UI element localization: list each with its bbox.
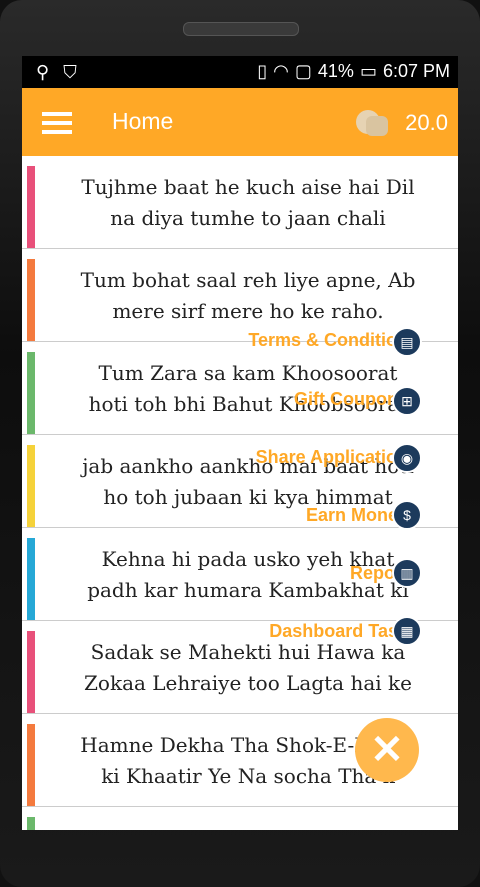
coins-icon [356,110,388,136]
clock: 6:07 PM [382,61,450,81]
fab-label-gift[interactable]: Gift Coupons [294,389,408,410]
color-bar [27,445,35,527]
speaker-grille [183,22,299,36]
share-icon[interactable]: ◉ [392,443,422,473]
gift-icon[interactable]: ⊞ [392,386,422,416]
screen: ⚲ ⛉ ▯ ◠ ▢ 41% ▭ 6:07 PM Home 20.0 Tujhme… [22,56,458,830]
alert-icon: ▢ [294,61,312,81]
list-item[interactable] [22,807,458,830]
money-bag-icon[interactable]: $ [392,500,422,530]
clipboard-icon[interactable]: ▤ [392,327,422,357]
menu-icon[interactable] [42,112,72,134]
usb-icon: ⚲ [36,62,50,82]
color-bar [27,631,35,713]
report-icon[interactable]: ▥ [392,558,422,588]
battery-icon: ▭ [359,61,377,81]
color-bar [27,724,35,806]
color-bar [27,817,35,830]
fab-close-button[interactable]: ✕ [355,718,419,782]
quote-text: Sadak se Mahekti hui Hawa ka Zokaa Lehrai… [84,640,412,695]
battery-percent: 41% [317,61,354,81]
fab-label-dashboard[interactable]: Dashboard Task [269,621,408,642]
shield-icon: ⛉ [63,62,77,82]
color-bar [27,166,35,248]
coin-balance: 20.0 [405,110,448,135]
list-item[interactable]: Tum bohat saal reh liye apne, Ab mere sir… [22,249,458,342]
color-bar [27,538,35,620]
color-bar [27,259,35,341]
vibrate-icon: ▯ [257,61,268,81]
list-item[interactable]: Tujhme baat he kuch aise hai Dil na diya … [22,156,458,249]
wifi-icon: ◠ [273,61,289,81]
fab-label-terms[interactable]: Terms & Condition [248,330,408,351]
fab-label-share[interactable]: Share Application [256,447,408,468]
dashboard-icon[interactable]: ▦ [392,616,422,646]
page-title: Home [112,108,174,134]
close-icon: ✕ [370,728,404,772]
status-bar: ⚲ ⛉ ▯ ◠ ▢ 41% ▭ 6:07 PM [22,56,458,88]
color-bar [27,352,35,434]
quote-text: Tujhme baat he kuch aise hai Dil na diya … [81,175,415,230]
app-bar: Home 20.0 [22,88,458,156]
quote-text: Tum bohat saal reh liye apne, Ab mere sir… [80,268,416,323]
